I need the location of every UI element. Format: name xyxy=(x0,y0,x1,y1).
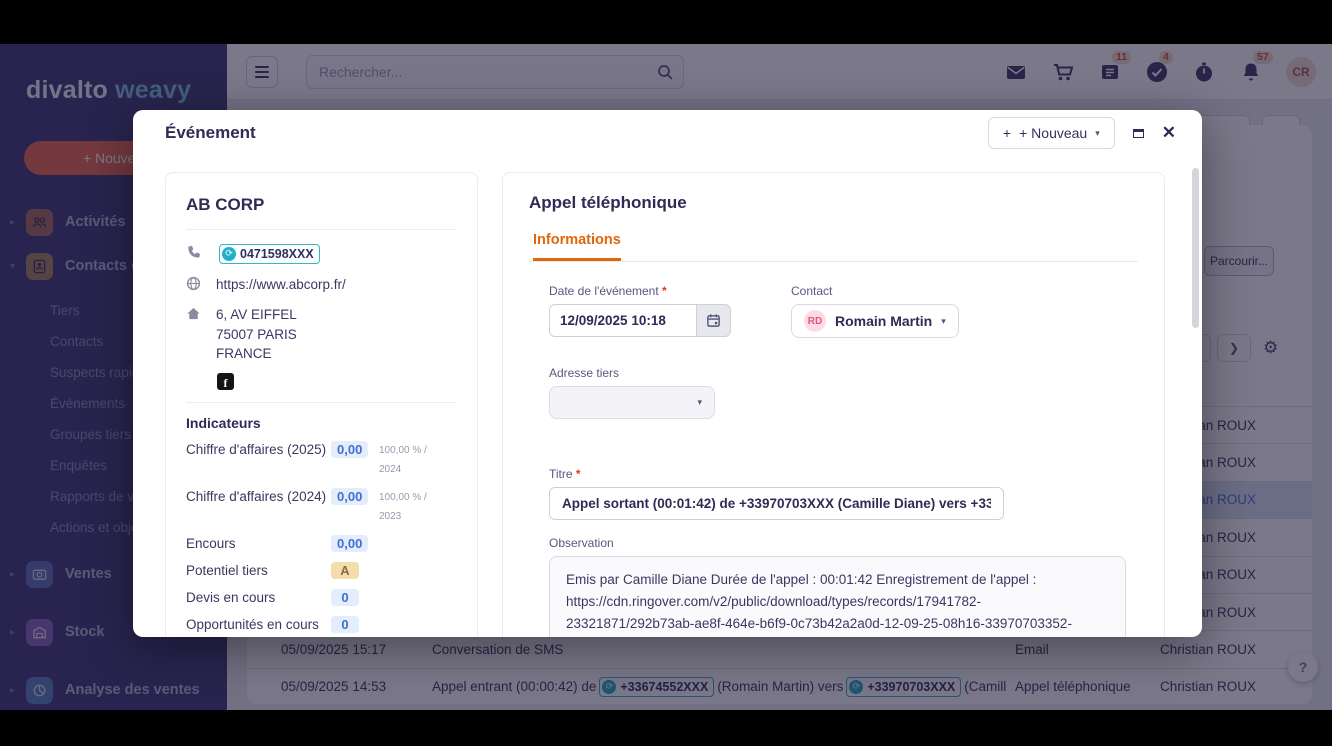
modal-scrollbar[interactable] xyxy=(1192,168,1199,328)
calendar-icon xyxy=(706,313,721,328)
indicator-value: 0,00 xyxy=(331,441,368,458)
contact-initials-badge: RD xyxy=(804,310,826,332)
date-label: Date de l'événement * xyxy=(549,284,731,298)
modal-header: Événement + + Nouveau ▾ ✕ xyxy=(133,110,1202,156)
indicator-row: Devis en cours 0 xyxy=(186,589,457,607)
globe-icon xyxy=(186,275,216,297)
indicator-row: Potentiel tiers A xyxy=(186,562,457,580)
plus-icon: + xyxy=(1003,125,1011,141)
company-card: AB CORP ⟳0471598XXX https://www.abcorp.f… xyxy=(165,172,478,637)
event-tabs: Informations xyxy=(529,231,1138,262)
indicator-value: 0,00 xyxy=(331,535,368,552)
indicator-row: Chiffre d'affaires (2025) 0,00 100,00 % … xyxy=(186,441,457,479)
ringover-icon: ⟳ xyxy=(222,247,236,261)
date-field-group: Date de l'événement * xyxy=(549,284,731,338)
maximize-icon xyxy=(1133,129,1144,138)
indicator-row: Opportunités en cours 0 xyxy=(186,616,457,634)
home-icon xyxy=(186,305,216,364)
indicator-row: Encours 0,00 xyxy=(186,535,457,553)
required-asterisk: * xyxy=(576,467,581,481)
company-name: AB CORP xyxy=(186,189,457,230)
titre-field-group: Titre * xyxy=(549,467,1138,520)
caret-down-icon: ▾ xyxy=(941,316,946,327)
titre-label: Titre * xyxy=(549,467,1138,481)
contact-name: Romain Martin xyxy=(835,313,932,329)
indicator-value: 0 xyxy=(331,616,359,633)
company-address-row: 6, AV EIFFEL 75007 PARIS FRANCE xyxy=(186,305,457,364)
indicator-value: A xyxy=(331,562,359,579)
company-phone-row: ⟳0471598XXX xyxy=(186,244,457,266)
contact-select[interactable]: RD Romain Martin ▾ xyxy=(791,304,959,338)
indicator-row: Chiffre d'affaires (2024) 0,00 100,00 % … xyxy=(186,488,457,526)
modal-title: Événement xyxy=(165,123,256,143)
titre-input[interactable] xyxy=(549,487,1004,520)
caret-down-icon: ▾ xyxy=(697,397,702,408)
contact-field-group: Contact RD Romain Martin ▾ xyxy=(791,284,959,338)
calendar-button[interactable] xyxy=(696,304,731,337)
event-card: Appel téléphonique Informations Date de … xyxy=(502,172,1165,637)
adresse-label: Adresse tiers xyxy=(549,366,1138,380)
company-socials-row: f xyxy=(186,373,457,390)
required-asterisk: * xyxy=(662,284,667,298)
facebook-icon[interactable]: f xyxy=(217,373,234,390)
company-address: 6, AV EIFFEL 75007 PARIS FRANCE xyxy=(216,305,297,364)
observation-label: Observation xyxy=(549,536,1138,550)
tab-informations[interactable]: Informations xyxy=(533,232,621,261)
phone-icon xyxy=(186,244,216,266)
close-button[interactable]: ✕ xyxy=(1162,123,1176,143)
company-website[interactable]: https://www.abcorp.fr/ xyxy=(216,275,346,297)
observation-field-group: Observation Emis par Camille Diane Durée… xyxy=(549,536,1138,637)
app-window: divalto weavy + Nouveau ▸ Activités ▾ Co… xyxy=(0,44,1332,710)
adresse-select[interactable]: ▾ xyxy=(549,386,715,419)
company-website-row: https://www.abcorp.fr/ xyxy=(186,275,457,297)
observation-textarea[interactable]: Emis par Camille Diane Durée de l'appel … xyxy=(549,556,1126,637)
indicator-value: 0 xyxy=(331,589,359,606)
maximize-button[interactable] xyxy=(1133,129,1144,138)
caret-down-icon: ▾ xyxy=(1095,128,1100,139)
adresse-field-group: Adresse tiers ▾ xyxy=(549,366,1138,419)
contact-label: Contact xyxy=(791,284,959,298)
phone-badge[interactable]: ⟳0471598XXX xyxy=(219,244,320,264)
indicators-title: Indicateurs xyxy=(186,415,457,431)
event-form: Date de l'événement * Contact RD Roma xyxy=(529,284,1138,637)
modal-new-button[interactable]: + + Nouveau ▾ xyxy=(988,117,1115,149)
indicator-value: 0,00 xyxy=(331,488,368,505)
event-modal: Événement + + Nouveau ▾ ✕ AB CORP xyxy=(133,110,1202,637)
event-heading: Appel téléphonique xyxy=(529,193,1138,213)
event-date-input[interactable] xyxy=(549,304,696,337)
